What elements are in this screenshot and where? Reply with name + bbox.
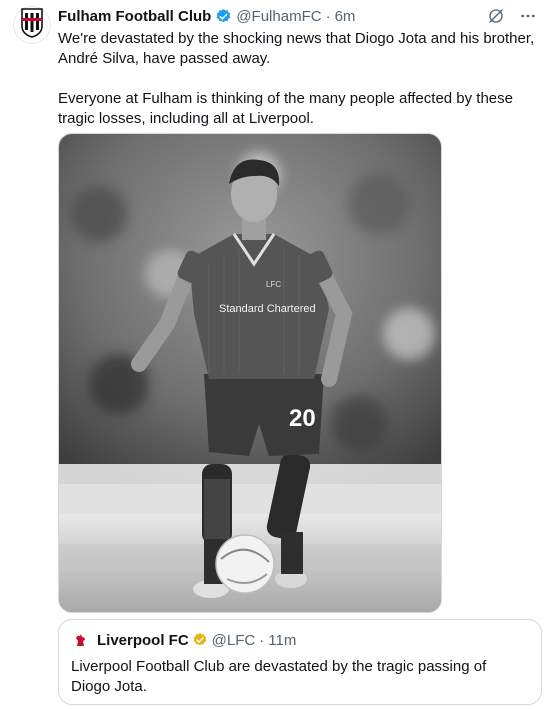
tweet-timestamp[interactable]: 6m — [335, 8, 356, 25]
quoted-tweet-text: Liverpool Football Club are devastated b… — [71, 658, 487, 695]
quoted-author-handle[interactable]: @LFC — [212, 632, 256, 649]
fulham-crest-icon — [21, 7, 43, 43]
tweet-actions — [487, 7, 537, 25]
quoted-author-name[interactable]: Liverpool FC — [97, 632, 189, 649]
tweet-paragraph-2: Everyone at Fulham is thinking of the ma… — [58, 90, 513, 127]
jersey-number: 20 — [289, 405, 316, 432]
sponsor-text: Standard Chartered — [219, 303, 316, 315]
more-options-icon[interactable] — [519, 7, 537, 25]
tweet-photo[interactable]: 20 Standard Chartered LFC — [58, 133, 442, 613]
kit-badge-text: LFC — [266, 280, 281, 289]
tweet-header: Fulham Football Club @FulhamFC · 6m — [58, 6, 537, 26]
player-photo-illustration: 20 Standard Chartered LFC — [59, 134, 441, 612]
separator-dot: · — [325, 7, 331, 25]
quoted-tweet-header: Liverpool FC @LFC · 11m — [71, 630, 529, 650]
author-handle[interactable]: @FulhamFC — [236, 8, 321, 25]
tweet-text: We're devastated by the shocking news th… — [58, 29, 538, 129]
gold-verified-badge-icon[interactable] — [192, 632, 208, 648]
tweet-paragraph-1: We're devastated by the shocking news th… — [58, 30, 535, 67]
grok-icon[interactable] — [487, 7, 505, 25]
quoted-tweet[interactable]: Liverpool FC @LFC · 11m Liverpool Footba… — [58, 619, 542, 705]
author-name[interactable]: Fulham Football Club — [58, 8, 211, 25]
separator-dot: · — [259, 631, 265, 649]
verified-badge-icon[interactable] — [215, 8, 232, 25]
quoted-tweet-timestamp[interactable]: 11m — [268, 632, 296, 649]
author-avatar[interactable] — [13, 6, 51, 44]
liverbird-icon[interactable] — [71, 630, 91, 650]
